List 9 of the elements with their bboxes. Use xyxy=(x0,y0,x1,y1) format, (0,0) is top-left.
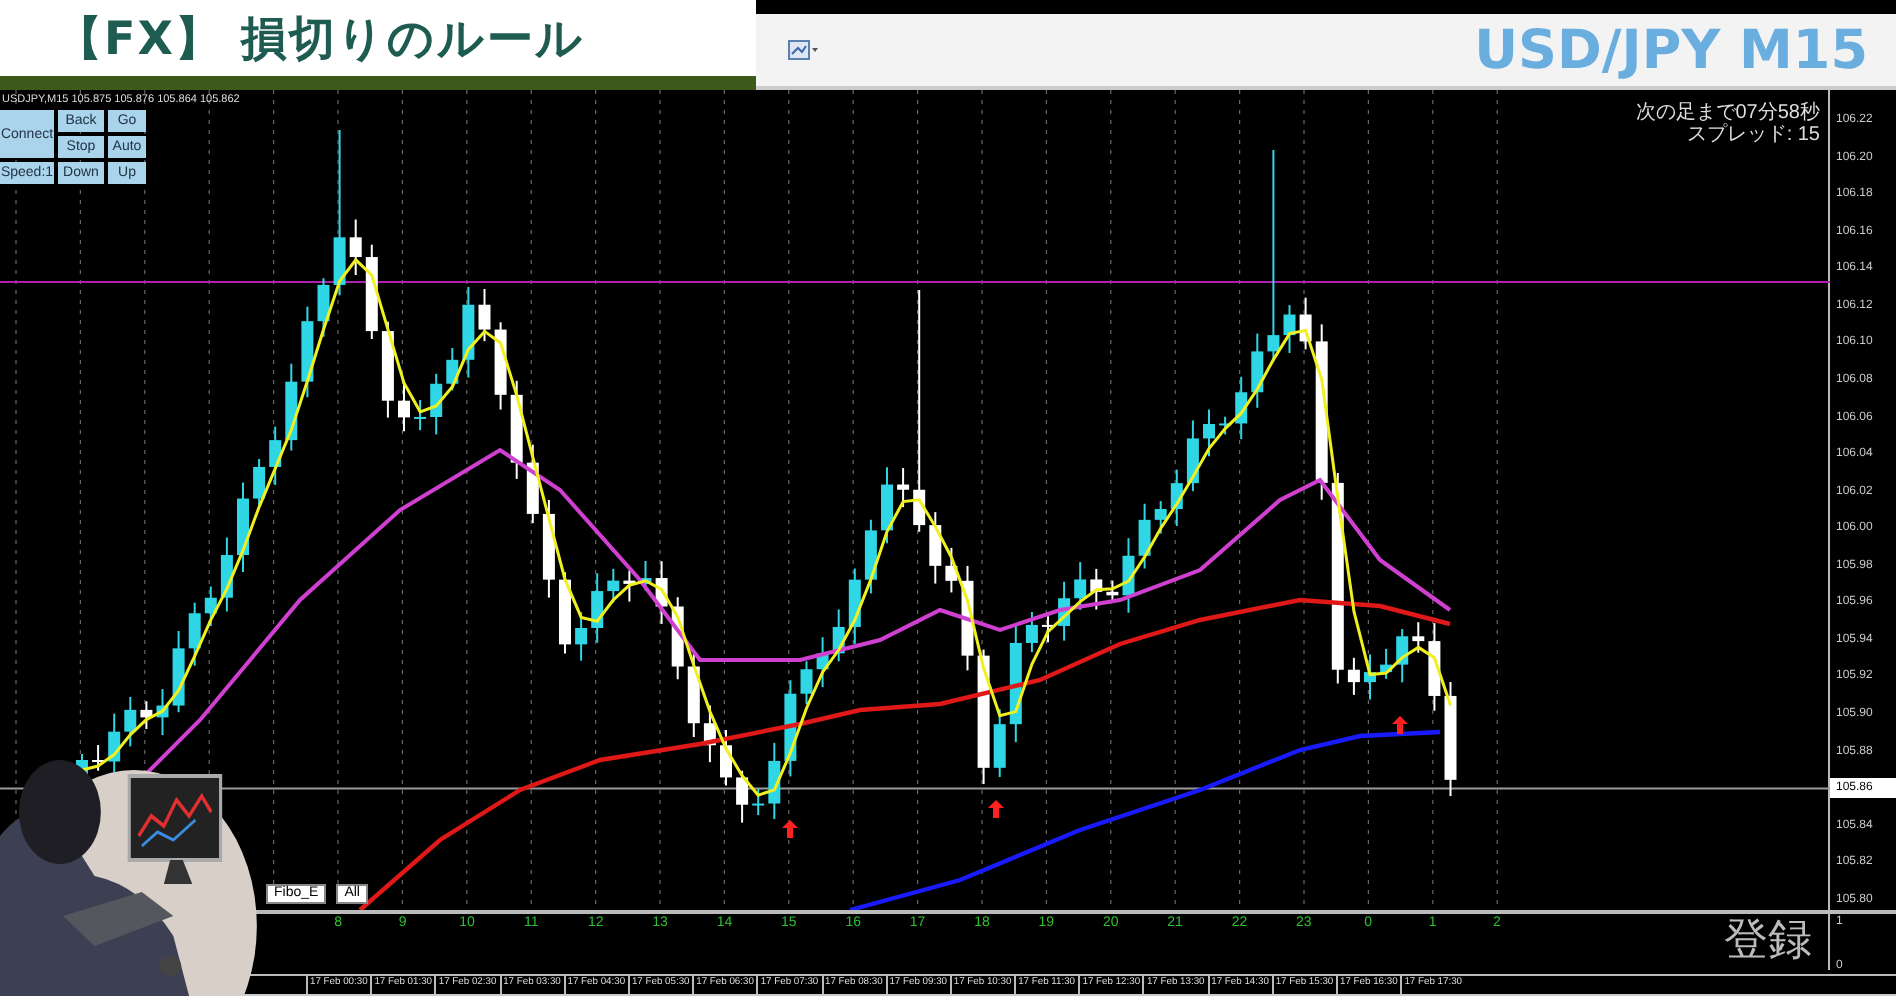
up-arrow-icon xyxy=(988,800,1004,818)
video-title: 【FX】 損切りのルール xyxy=(56,11,585,69)
symbol-timeframe-label: USD/JPY M15 xyxy=(1474,19,1868,81)
up-arrow-icon xyxy=(1392,716,1408,734)
bar-countdown: 次の足まで07分58秒 xyxy=(1635,102,1820,124)
up-arrow-icon xyxy=(782,820,798,838)
chart-window-icon[interactable] xyxy=(788,40,820,60)
subscribe-caption: 登録 xyxy=(1724,918,1812,966)
spread-label: スプレッド: 15 xyxy=(1686,124,1820,146)
